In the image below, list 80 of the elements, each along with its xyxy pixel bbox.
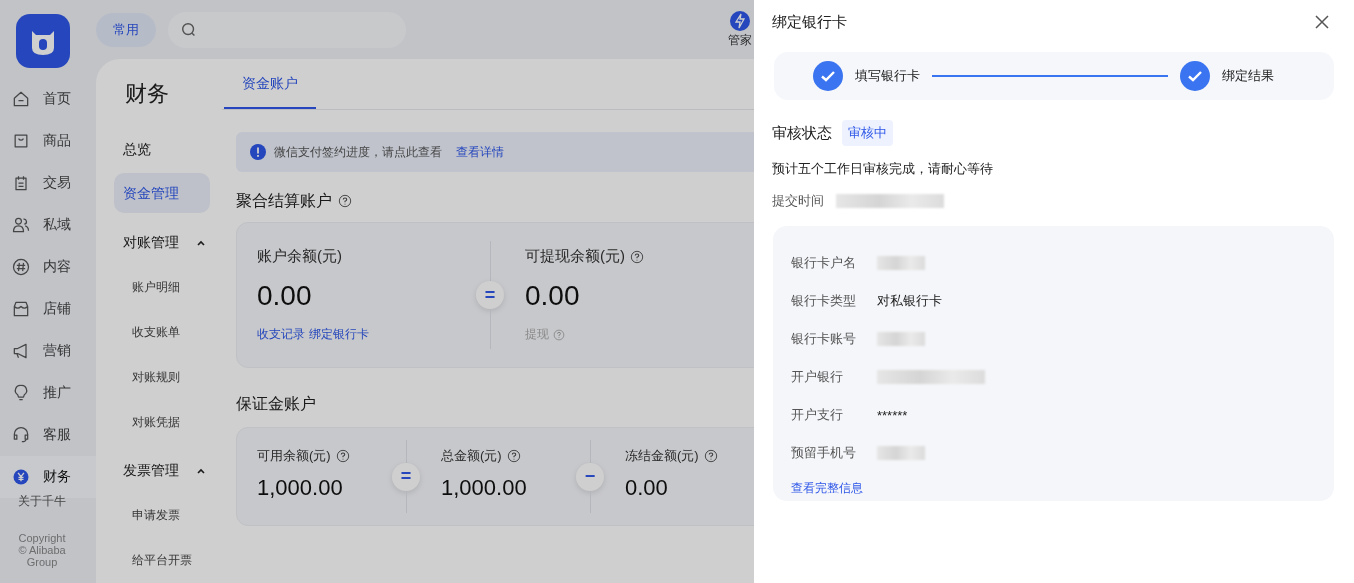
help-icon bbox=[506, 449, 521, 463]
search-field[interactable] bbox=[168, 11, 406, 48]
caret-icon bbox=[196, 238, 206, 248]
nav-item[interactable]: 总览 bbox=[114, 129, 210, 169]
help-icon bbox=[338, 194, 352, 208]
nav-group[interactable]: 对账管理 bbox=[114, 221, 206, 265]
app-logo[interactable] bbox=[16, 14, 70, 68]
metric-value: 0.00 bbox=[257, 280, 313, 312]
nav-item[interactable]: 对账规则 bbox=[114, 355, 222, 400]
field-value: ****** bbox=[877, 407, 908, 423]
sidebar-item[interactable]: 营销 bbox=[0, 330, 96, 372]
step-label: 填写银行卡 bbox=[855, 67, 920, 85]
status-tag: 审核中 bbox=[842, 120, 893, 146]
search-icon bbox=[180, 20, 198, 39]
caret-icon bbox=[196, 466, 206, 476]
help-icon bbox=[335, 449, 350, 463]
section-title: 保证金账户 bbox=[236, 393, 316, 414]
nav-item[interactable]: 对账凭据 bbox=[114, 400, 222, 445]
house-icon bbox=[11, 89, 31, 109]
card-link[interactable]: 绑定银行卡 bbox=[309, 326, 369, 343]
metric-label: 可提现余额(元) bbox=[525, 247, 625, 266]
metric-value: 0.00 bbox=[525, 280, 581, 312]
card-link[interactable]: 收支记录 bbox=[257, 326, 305, 343]
field-value: 对私银行卡 bbox=[877, 292, 942, 310]
field-label: 银行卡账号 bbox=[791, 330, 857, 348]
sidebar-item[interactable]: 客服 bbox=[0, 414, 96, 456]
assistant-button[interactable]: 管家 bbox=[728, 10, 752, 49]
nav-group[interactable]: 发票管理 bbox=[114, 449, 206, 493]
field-label: 银行卡类型 bbox=[791, 292, 857, 310]
metric-label: 可用余额(元) bbox=[257, 447, 331, 465]
field-label: 开户银行 bbox=[791, 368, 844, 386]
details-link[interactable]: 查看详情 bbox=[456, 143, 504, 161]
field-label: 预留手机号 bbox=[791, 444, 857, 462]
metric-value: 1,000.00 bbox=[441, 475, 528, 501]
people-icon bbox=[11, 215, 31, 235]
sidebar-item[interactable]: 私域 bbox=[0, 204, 96, 246]
section-title: 聚合结算账户 bbox=[236, 190, 332, 211]
help-icon bbox=[703, 449, 718, 463]
hash-icon bbox=[11, 257, 31, 277]
operator-sign: = bbox=[476, 281, 504, 309]
sidebar-item[interactable]: 首页 bbox=[0, 78, 96, 120]
mask-overlay[interactable] bbox=[0, 0, 754, 583]
operator-sign: − bbox=[576, 462, 604, 491]
sidebar-item[interactable]: 店铺 bbox=[0, 288, 96, 330]
copyright-text: Copyright bbox=[17, 532, 67, 544]
sidebar-item[interactable]: 商品 bbox=[0, 120, 96, 162]
favorites-button[interactable]: 常用 bbox=[96, 12, 156, 47]
nav-item[interactable]: 资金管理 bbox=[114, 173, 210, 213]
metric-label: 账户余额(元) bbox=[257, 247, 342, 266]
headset-icon bbox=[11, 425, 31, 445]
alert-text: 微信支付签约进度，请点此查看 bbox=[274, 143, 442, 161]
company-text: © Alibaba Group bbox=[17, 544, 67, 568]
notice-text: 预计五个工作日审核完成，请耐心等待 bbox=[772, 160, 994, 178]
metric-value: 1,000.00 bbox=[257, 475, 344, 501]
sidebar-item[interactable]: 交易 bbox=[0, 162, 96, 204]
field-label: 提交时间 bbox=[772, 192, 824, 210]
metric-label: 总金额(元) bbox=[441, 447, 502, 465]
drawer-title: 绑定银行卡 bbox=[772, 12, 847, 32]
nav-item[interactable]: 给平台开票 bbox=[114, 538, 222, 583]
nav-item[interactable]: 申请发票 bbox=[114, 493, 222, 538]
metric-label: 冻结金额(元) bbox=[625, 447, 699, 465]
nav-item[interactable]: 收支账单 bbox=[114, 310, 222, 355]
close-icon[interactable] bbox=[1314, 14, 1330, 30]
info-icon bbox=[250, 144, 266, 160]
full-info-link[interactable]: 查看完整信息 bbox=[791, 480, 1316, 497]
sidebar-item[interactable]: 内容 bbox=[0, 246, 96, 288]
operator-sign: = bbox=[392, 462, 420, 491]
sidebar-item[interactable]: 推广 bbox=[0, 372, 96, 414]
step-label: 绑定结果 bbox=[1222, 67, 1274, 85]
yuan-icon bbox=[11, 467, 31, 487]
metric-value: 0.00 bbox=[625, 475, 669, 501]
field-label: 银行卡户名 bbox=[791, 254, 857, 272]
store-icon bbox=[11, 299, 31, 319]
nav-item[interactable]: 账户明细 bbox=[114, 265, 222, 310]
help-icon bbox=[553, 328, 565, 341]
tab[interactable]: 资金账户 bbox=[224, 59, 316, 109]
page-title: 财务 bbox=[124, 80, 170, 108]
status-label: 审核状态 bbox=[772, 123, 832, 143]
help-icon bbox=[630, 249, 644, 264]
field-label: 开户支行 bbox=[791, 406, 844, 424]
